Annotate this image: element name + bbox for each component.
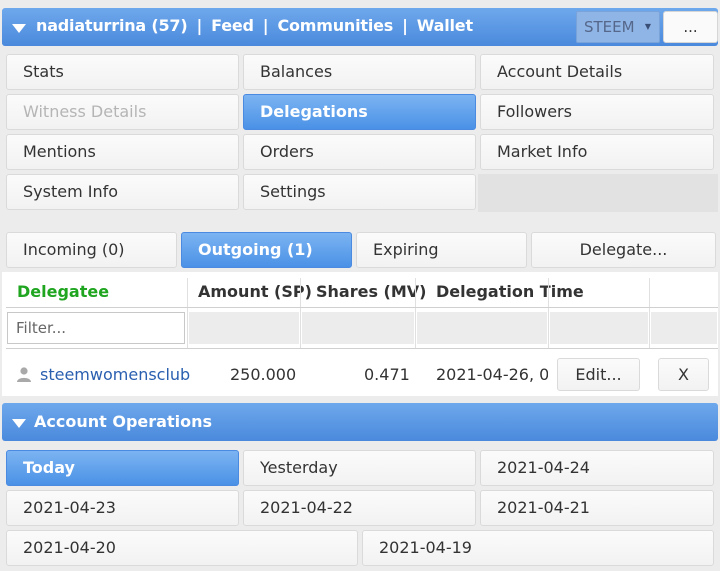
column-divider [548,278,549,348]
tab-outgoing[interactable]: Outgoing (1) [181,232,352,268]
date-2021-04-20[interactable]: 2021-04-20 [6,530,358,566]
account-operations-header[interactable]: Account Operations [2,403,718,441]
tab-stats[interactable]: Stats [6,54,239,90]
nav-separator: | [402,16,408,35]
date-yesterday[interactable]: Yesterday [243,450,476,486]
top-nav-bar: nadiaturrina (57) | Feed | Communities | Walle… [2,8,718,46]
tab-mentions[interactable]: Mentions [6,134,239,170]
nav-separator: | [196,16,203,35]
filter-cell [651,312,717,344]
column-divider [187,278,188,348]
date-2021-04-23[interactable]: 2021-04-23 [6,490,239,526]
user-icon [17,367,31,382]
filter-cell [302,312,414,344]
shares-cell: 0.471 [364,365,410,384]
column-header-amount[interactable]: Amount (SP) [198,282,312,301]
date-2021-04-21[interactable]: 2021-04-21 [480,490,714,526]
date-2021-04-22[interactable]: 2021-04-22 [243,490,476,526]
tab-market-info[interactable]: Market Info [480,134,714,170]
top-nav: nadiaturrina (57) | Feed | Communities | Walle… [36,16,473,35]
nav-separator: | [262,16,269,35]
delegate-button[interactable]: Delegate... [531,232,716,268]
currency-select[interactable]: STEEM ▼ [576,11,660,43]
header-divider [6,307,718,308]
filter-cell [417,312,547,344]
delegation-time-cell: 2021-04-26, 09 [436,365,548,384]
date-today[interactable]: Today [6,450,239,486]
more-button[interactable]: ... [663,11,718,43]
empty-grid-cell [478,174,718,212]
column-header-shares[interactable]: Shares (MV) [316,282,426,301]
tab-orders[interactable]: Orders [243,134,476,170]
column-divider [649,278,650,348]
tab-settings[interactable]: Settings [243,174,476,210]
communities-link[interactable]: Communities [277,16,393,35]
column-header-delegatee[interactable]: Delegatee [17,282,109,301]
date-2021-04-24[interactable]: 2021-04-24 [480,450,714,486]
delegatee-filter-input[interactable] [7,312,185,344]
tab-balances[interactable]: Balances [243,54,476,90]
account-operations-title: Account Operations [34,412,212,431]
tab-delegations[interactable]: Delegations [243,94,476,130]
remove-delegation-button[interactable]: X [658,358,709,391]
amount-cell: 250.000 [230,365,297,384]
collapse-triangle-icon[interactable] [12,24,26,33]
username-link[interactable]: nadiaturrina (57) [36,16,188,35]
tab-followers[interactable]: Followers [480,94,714,130]
chevron-down-icon: ▼ [644,22,651,31]
tab-account-details[interactable]: Account Details [480,54,714,90]
filter-cell [550,312,648,344]
feed-link[interactable]: Feed [211,16,254,35]
filter-cell [189,312,299,344]
filter-divider [6,348,718,349]
date-2021-04-19[interactable]: 2021-04-19 [362,530,714,566]
column-divider [300,278,301,348]
tab-witness-details: Witness Details [6,94,239,130]
delegatee-link[interactable]: steemwomensclub [40,365,190,384]
currency-select-value: STEEM [584,18,635,36]
tab-incoming[interactable]: Incoming (0) [6,232,177,268]
wallet-link[interactable]: Wallet [417,16,473,35]
column-header-delegation-time[interactable]: Delegation Time [436,282,584,301]
collapse-triangle-icon [12,419,26,428]
delegations-table: Delegatee Amount (SP) Shares (MV) Delega… [2,272,718,396]
column-divider [415,278,416,348]
tab-system-info[interactable]: System Info [6,174,239,210]
tab-expiring[interactable]: Expiring [356,232,527,268]
edit-delegation-button[interactable]: Edit... [557,358,640,391]
